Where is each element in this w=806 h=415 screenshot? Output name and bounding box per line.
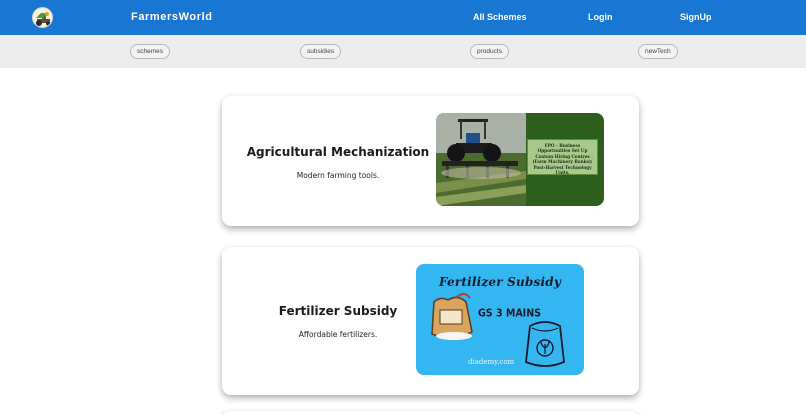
category-chip-subsidies[interactable]: subsidies — [300, 44, 342, 59]
fertilizer-bag-icon — [431, 293, 473, 340]
scheme-card[interactable]: Agricultural Mechanization Modern farmin… — [222, 96, 639, 226]
farm-logo-icon[interactable] — [32, 7, 53, 28]
card-description: Modern farming tools. — [296, 171, 380, 180]
card-text: Agricultural Mechanization Modern farmin… — [222, 145, 454, 180]
card-image: FPO - Business Opportunities Set Up Cust… — [436, 113, 604, 206]
scheme-card[interactable] — [222, 411, 639, 415]
tractor-photo — [436, 113, 526, 206]
top-navbar: FarmersWorld All Schemes Login SignUp — [0, 0, 806, 35]
sack-icon — [525, 321, 565, 367]
card-image: Fertilizer Subsidy GS 3 MAINS diademy.co… — [416, 264, 584, 375]
brand-name[interactable]: FarmersWorld — [131, 0, 213, 35]
image-site: diademy.com — [468, 358, 515, 366]
category-bar: schemes subsidies products newTech — [0, 35, 806, 68]
nav-all-schemes[interactable]: All Schemes — [473, 0, 527, 35]
image-heading: Fertilizer Subsidy — [438, 275, 562, 289]
card-title: Agricultural Mechanization — [246, 145, 430, 159]
category-chip-newtech[interactable]: newTech — [638, 44, 678, 59]
nav-login[interactable]: Login — [588, 0, 613, 35]
category-chip-schemes[interactable]: schemes — [130, 44, 171, 59]
scheme-card[interactable]: Fertilizer Subsidy Affordable fertilizer… — [222, 247, 639, 395]
category-chip-products[interactable]: products — [470, 44, 509, 59]
info-panel: FPO - Business Opportunities Set Up Cust… — [527, 139, 598, 175]
nav-signup[interactable]: SignUp — [680, 0, 712, 35]
